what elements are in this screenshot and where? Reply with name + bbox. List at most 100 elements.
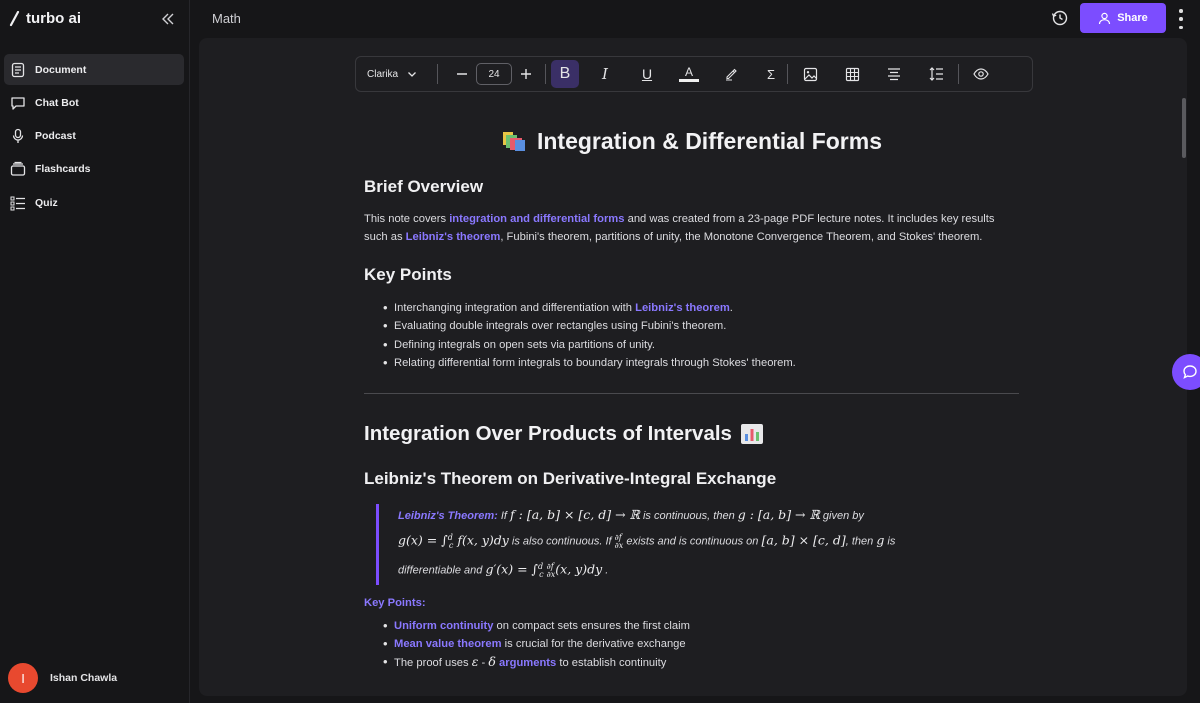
align-center-icon[interactable] bbox=[880, 60, 908, 88]
scrollbar-thumb[interactable] bbox=[1182, 98, 1186, 158]
highlighter-icon[interactable] bbox=[717, 60, 745, 88]
theorem-label: Leibniz's Theorem: bbox=[398, 510, 498, 523]
share-label: Share bbox=[1117, 12, 1148, 24]
link-leibniz-theorem[interactable]: Leibniz's theorem bbox=[406, 231, 501, 243]
theorem-line: differentiable and g′(x) = ∫dc ∂f ∂x (x, y)… bbox=[398, 556, 1020, 585]
sidebar-nav: Document Chat Bot Podcast Flashcards Qui… bbox=[4, 54, 184, 220]
insert-table-icon[interactable] bbox=[838, 60, 866, 88]
line-spacing-icon[interactable] bbox=[922, 60, 950, 88]
toolbar-divider bbox=[787, 64, 788, 84]
sidebar-item-chat-bot[interactable]: Chat Bot bbox=[4, 87, 184, 118]
theorem-blockquote: Leibniz's Theorem: If f : [a, b] × [c, d… bbox=[376, 504, 1020, 585]
math-expression: g(x) = ∫ bbox=[398, 532, 448, 548]
underline-button[interactable]: U bbox=[633, 60, 661, 88]
user-profile[interactable]: I Ishan Chawla bbox=[8, 663, 117, 693]
sidebar-item-podcast[interactable]: Podcast bbox=[4, 121, 184, 152]
top-bar: Math Share bbox=[190, 0, 1200, 38]
sidebar-item-label: Quiz bbox=[35, 196, 58, 209]
text-run: to establish continuity bbox=[556, 657, 667, 670]
text-run: If bbox=[497, 510, 511, 523]
list-item: Interchanging integration and differenti… bbox=[364, 299, 1020, 318]
text-run: . bbox=[602, 564, 609, 577]
math-expression: f(x, y)dy bbox=[453, 532, 509, 548]
sidebar-item-flashcards[interactable]: Flashcards bbox=[4, 154, 184, 185]
sidebar-item-label: Chat Bot bbox=[35, 96, 79, 109]
history-icon[interactable] bbox=[1051, 9, 1069, 27]
math-expression: f : [a, b] × [c, d] → ℝ bbox=[510, 507, 640, 523]
document-title-text: Integration & Differential Forms bbox=[536, 127, 883, 154]
sidebar-item-quiz[interactable]: Quiz bbox=[4, 187, 184, 218]
share-button[interactable]: Share bbox=[1080, 3, 1166, 33]
link-uniform-continuity[interactable]: Uniform continuity bbox=[394, 620, 493, 632]
overview-paragraph: This note covers integration and differe… bbox=[364, 211, 1020, 246]
math-fraction: ∂f ∂x bbox=[615, 533, 624, 550]
editor-panel: Clarika 24 B I U A Σ Integration & Diffe… bbox=[199, 38, 1187, 696]
text-color-swatch bbox=[679, 79, 699, 82]
chat-fab-button[interactable] bbox=[1172, 354, 1200, 390]
list-item: Uniform continuity on compact sets ensur… bbox=[364, 617, 1020, 636]
books-emoji-icon bbox=[502, 132, 525, 151]
math-fraction: ∂f ∂x bbox=[546, 562, 556, 579]
text-run: is bbox=[884, 535, 896, 548]
text-run: The proof uses bbox=[394, 657, 472, 670]
decrease-font-size-button[interactable] bbox=[448, 60, 476, 88]
text-run: Interchanging integration and differenti… bbox=[394, 302, 636, 314]
increase-font-size-button[interactable] bbox=[512, 60, 540, 88]
list-item: Relating differential form integrals to … bbox=[364, 354, 1020, 373]
link-integration-forms[interactable]: integration and differential forms bbox=[449, 213, 624, 225]
sidebar-item-label: Podcast bbox=[35, 130, 76, 143]
font-family-value: Clarika bbox=[367, 68, 399, 80]
document-body[interactable]: Integration & Differential Forms Brief O… bbox=[364, 124, 1020, 673]
collapse-sidebar-icon[interactable] bbox=[160, 11, 176, 27]
chat-bubble-icon bbox=[11, 97, 25, 110]
link-mean-value-theorem[interactable]: Mean value theorem bbox=[394, 638, 502, 650]
font-size-input[interactable]: 24 bbox=[476, 63, 512, 85]
text-run: This note covers bbox=[364, 213, 450, 225]
overview-heading: Brief Overview bbox=[364, 177, 484, 196]
text-run: , Fubini's theorem, partitions of unity,… bbox=[500, 230, 983, 243]
sidebar-item-document[interactable]: Document bbox=[4, 54, 184, 85]
list-item: The proof uses ε - δ arguments to establ… bbox=[364, 653, 1020, 672]
sidebar-item-label: Flashcards bbox=[35, 163, 91, 176]
text-run: , then bbox=[845, 535, 877, 548]
list-item: Defining integrals on open sets via part… bbox=[364, 336, 1020, 355]
toolbar-divider bbox=[545, 64, 546, 84]
preview-eye-icon[interactable] bbox=[967, 60, 995, 88]
section-divider bbox=[364, 393, 1019, 395]
page-title[interactable]: Math bbox=[212, 11, 241, 26]
bold-button[interactable]: B bbox=[551, 60, 579, 88]
toolbar-divider bbox=[958, 64, 959, 84]
key-points-label: Key Points: bbox=[364, 596, 426, 609]
more-options-icon[interactable] bbox=[1178, 9, 1184, 29]
text-run: - bbox=[478, 657, 489, 670]
text-run: exists and is continuous on bbox=[623, 535, 762, 548]
brand-logo[interactable]: turbo ai bbox=[8, 10, 81, 27]
math-expression: g : [a, b] → ℝ bbox=[737, 507, 820, 523]
link-leibniz-theorem[interactable]: Leibniz's theorem bbox=[635, 302, 730, 314]
italic-button[interactable]: I bbox=[591, 60, 619, 88]
formatting-toolbar: Clarika 24 B I U A Σ bbox=[355, 56, 1033, 92]
list-item: Evaluating double integrals over rectang… bbox=[364, 317, 1020, 336]
fraction-denominator: ∂x bbox=[546, 569, 556, 579]
math-expression: g′(x) = ∫ bbox=[485, 561, 539, 577]
text-run: is continuous, then bbox=[639, 510, 738, 523]
math-expression: [a, b] × [c, d] bbox=[761, 532, 846, 548]
link-arguments[interactable]: arguments bbox=[499, 657, 556, 669]
text-color-button[interactable]: A bbox=[675, 60, 703, 88]
theorem-line: Leibniz's Theorem: If f : [a, b] × [c, d… bbox=[398, 504, 1020, 527]
sidebar: turbo ai Document Chat Bot Podcast Flash… bbox=[0, 0, 190, 703]
pen-logo-icon bbox=[9, 10, 20, 26]
cards-icon bbox=[10, 162, 26, 177]
text-run: given by bbox=[819, 510, 864, 523]
text-run: differentiable and bbox=[398, 564, 486, 577]
document-icon bbox=[11, 62, 25, 77]
insert-equation-button[interactable]: Σ bbox=[757, 60, 785, 88]
user-icon bbox=[1099, 12, 1111, 24]
insert-image-icon[interactable] bbox=[796, 60, 824, 88]
bar-chart-emoji-icon bbox=[740, 424, 763, 445]
font-family-select[interactable]: Clarika bbox=[367, 69, 427, 80]
brand-name: turbo ai bbox=[26, 10, 81, 27]
theorem-line: g(x) = ∫dc f(x, y)dy is also continuous.… bbox=[398, 527, 1020, 556]
key-points-heading: Key Points bbox=[364, 265, 452, 284]
list-checklist-icon bbox=[10, 196, 25, 211]
